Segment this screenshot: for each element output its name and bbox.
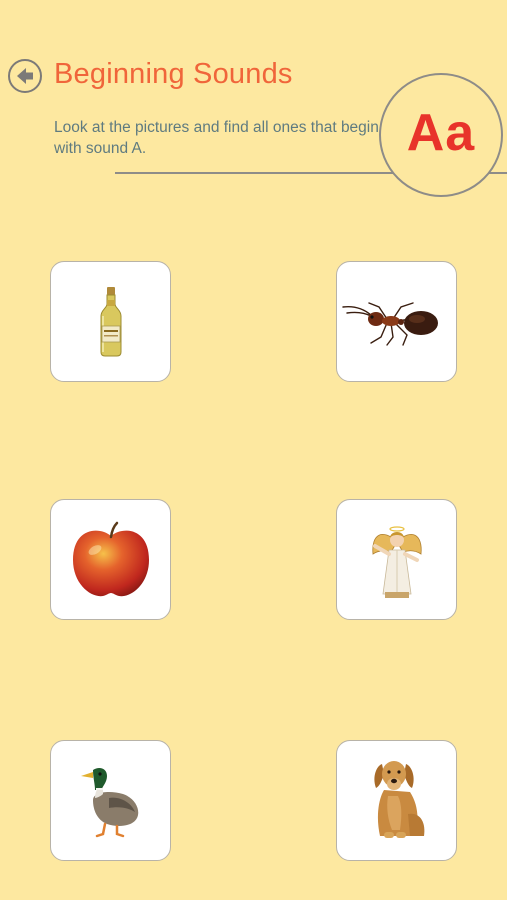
- picture-card-apple[interactable]: [50, 499, 171, 620]
- angel-image: [371, 525, 422, 598]
- ant-image: [341, 301, 438, 346]
- letter-badge: Aa: [379, 73, 503, 197]
- duck-image: [80, 767, 138, 837]
- apple-image: [72, 521, 149, 596]
- instructions-text: Look at the pictures and find all ones t…: [54, 119, 379, 157]
- picture-card-bottle[interactable]: [50, 261, 171, 382]
- dog-image: [373, 760, 424, 838]
- bottle-image: [100, 286, 121, 356]
- back-button[interactable]: [8, 59, 42, 93]
- page-title: Beginning Sounds: [54, 58, 293, 90]
- back-arrow-icon: [17, 68, 33, 84]
- picture-card-angel[interactable]: [336, 499, 457, 620]
- picture-card-dog[interactable]: [336, 740, 457, 861]
- picture-card-ant[interactable]: [336, 261, 457, 382]
- picture-card-duck[interactable]: [50, 740, 171, 861]
- letter-label: Aa: [406, 104, 476, 162]
